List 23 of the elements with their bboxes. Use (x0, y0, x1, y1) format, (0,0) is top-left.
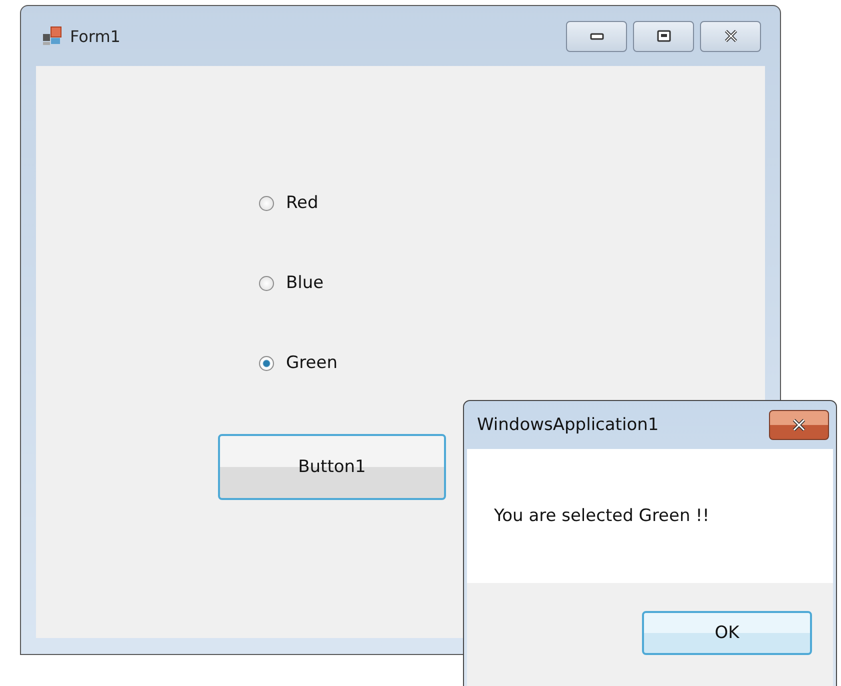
close-icon (791, 419, 807, 431)
button1[interactable]: Button1 (218, 434, 446, 500)
minimize-icon (590, 32, 604, 40)
radio-circle[interactable] (259, 276, 274, 290)
maximize-button[interactable] (633, 20, 694, 52)
radio-label: Blue (286, 272, 324, 294)
minimize-button[interactable] (566, 20, 627, 52)
close-button[interactable] (700, 20, 761, 52)
radio-button[interactable]: Blue (259, 272, 324, 294)
radio-circle[interactable] (259, 196, 274, 210)
ok-button[interactable]: OK (642, 611, 812, 655)
radio-button[interactable]: Green (259, 352, 338, 374)
radio-circle[interactable] (259, 356, 274, 370)
maximize-icon (656, 30, 670, 42)
radio-label: Red (286, 192, 318, 214)
dialog-message: You are selected Green !! (494, 506, 710, 526)
close-button[interactable] (769, 410, 829, 440)
form-icon (42, 26, 62, 46)
radio-label: Green (286, 352, 338, 374)
dialog-title: WindowsApplication1 (477, 415, 659, 435)
close-icon (722, 30, 738, 42)
window-title: Form1 (70, 26, 120, 46)
radio-button[interactable]: Red (259, 192, 318, 214)
